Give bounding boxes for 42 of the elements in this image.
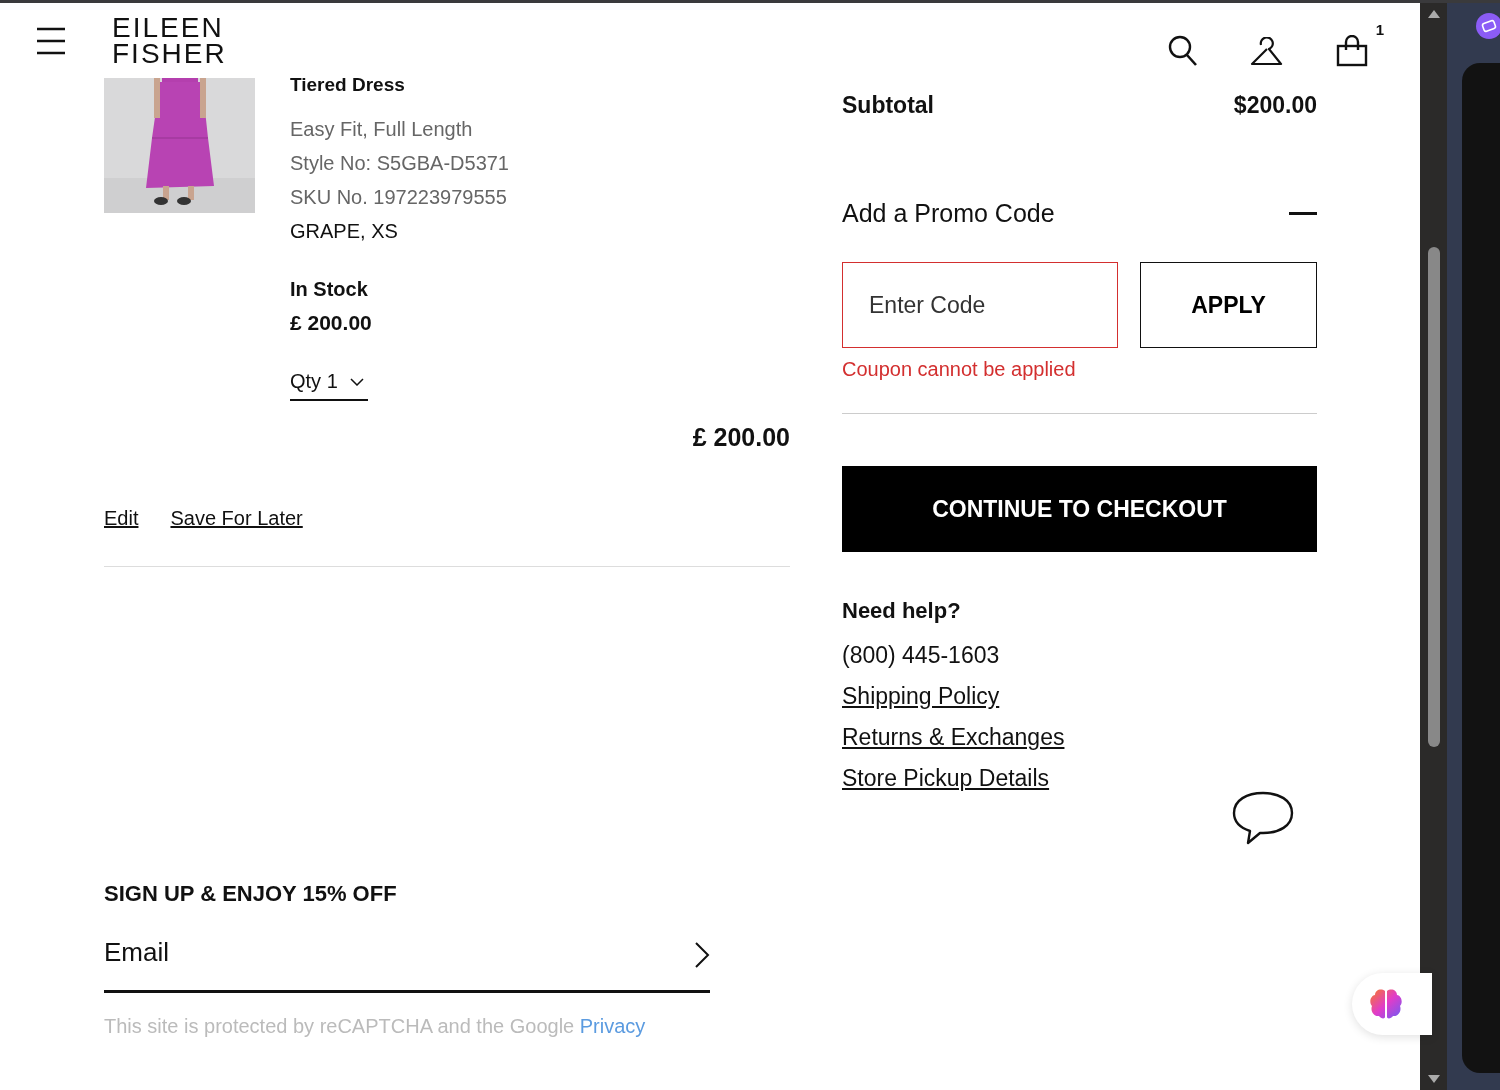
chevron-right-icon[interactable] xyxy=(694,941,710,968)
line-total: £ 200.00 xyxy=(692,423,790,452)
help-link[interactable]: Shipping Policy xyxy=(842,683,1317,710)
scroll-up-icon[interactable] xyxy=(1426,9,1441,19)
promo-heading[interactable]: Add a Promo Code xyxy=(842,199,1055,228)
cart-count: 1 xyxy=(1375,20,1384,38)
apply-button[interactable]: APPLY xyxy=(1140,262,1317,348)
signup-heading: SIGN UP & ENJOY 15% OFF xyxy=(104,881,397,906)
search-icon[interactable] xyxy=(1167,34,1198,67)
promo-code-field[interactable]: Enter Code xyxy=(842,262,1118,348)
error-message: Coupon cannot be applied xyxy=(842,358,1077,381)
brain-icon xyxy=(1369,988,1403,1020)
scroll-thumb[interactable] xyxy=(1427,246,1440,747)
fit-text: Easy Fit, Full Length xyxy=(290,117,474,142)
phone-number[interactable]: (800) 445-1603 xyxy=(842,642,1317,669)
checkout-button[interactable]: CONTINUE TO CHECKOUT xyxy=(842,466,1317,552)
recaptcha-notice: This site is protected by reCAPTCHA and the Google Privacy xyxy=(104,1015,647,1038)
scrollbar[interactable] xyxy=(1420,3,1447,1090)
minus-icon[interactable] xyxy=(1289,211,1317,216)
hanger-icon[interactable] xyxy=(1249,36,1284,67)
subtotal-label: Subtotal xyxy=(842,92,934,119)
product-title[interactable]: Tiered Dress xyxy=(290,74,509,96)
chevron-down-icon xyxy=(349,377,364,386)
help-link[interactable]: Returns & Exchanges xyxy=(842,724,1317,751)
item-action-link[interactable]: Edit xyxy=(104,507,139,530)
extension-icon[interactable] xyxy=(1476,13,1500,39)
assistant-widget[interactable] xyxy=(1352,973,1432,1035)
quantity-select[interactable]: Qty 1 xyxy=(290,370,368,401)
bag-icon[interactable] xyxy=(1335,34,1368,67)
menu-icon[interactable] xyxy=(36,26,66,55)
stock-status: In Stock xyxy=(290,277,369,302)
help-heading: Need help? xyxy=(842,598,962,624)
scroll-down-icon[interactable] xyxy=(1426,1074,1441,1084)
item-action-link[interactable]: Save For Later xyxy=(170,507,303,530)
color-size: GRAPE, XS xyxy=(290,219,399,244)
style-number: Style No: S5GBA-D5371 xyxy=(290,151,509,176)
sku-number: SKU No. 197223979555 xyxy=(290,185,508,210)
help-link[interactable]: Store Pickup Details xyxy=(842,765,1317,792)
item-price: £ 200.00 xyxy=(290,310,373,336)
chat-icon[interactable] xyxy=(1232,791,1294,845)
subtotal-value: $200.00 xyxy=(1233,92,1317,119)
logo[interactable]: EILEEN FISHER xyxy=(112,14,227,67)
